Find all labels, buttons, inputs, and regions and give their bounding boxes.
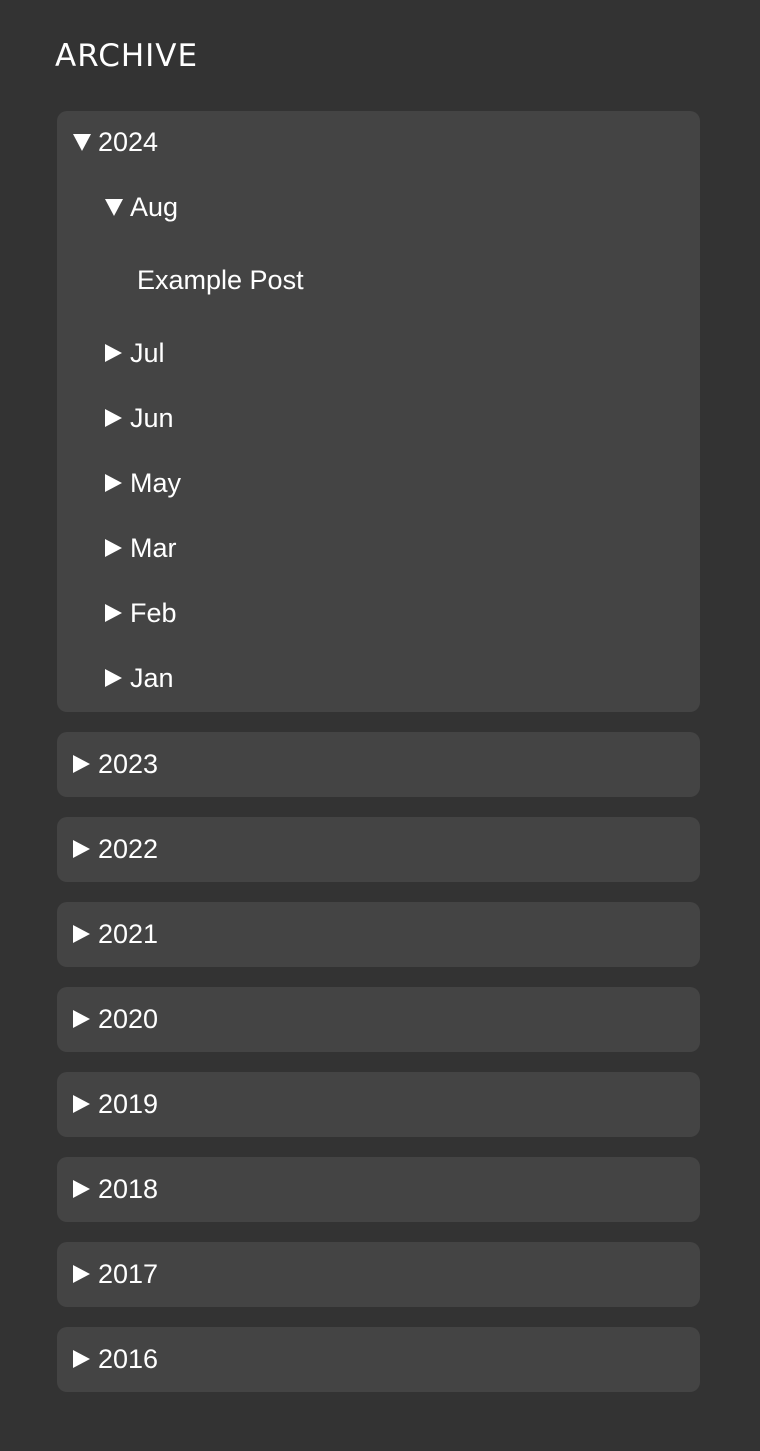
month-toggle-jul[interactable]: Jul xyxy=(105,337,165,369)
archive-heading: ARCHIVE xyxy=(55,38,199,74)
month-toggle-may[interactable]: May xyxy=(105,467,181,499)
year-label: 2022 xyxy=(98,834,159,864)
year-group-2024: 2024 Aug Example Post Jul Jun May Mar Fe… xyxy=(57,111,700,712)
caret-right-icon xyxy=(73,1180,90,1198)
year-toggle-2022[interactable]: 2022 xyxy=(73,833,158,865)
caret-right-icon xyxy=(105,474,122,492)
month-label: Aug xyxy=(130,192,179,222)
year-group-2021[interactable]: 2021 xyxy=(57,902,700,967)
year-group-2020[interactable]: 2020 xyxy=(57,987,700,1052)
caret-right-icon xyxy=(105,604,122,622)
post-link[interactable]: Example Post xyxy=(137,264,304,296)
year-group-2017[interactable]: 2017 xyxy=(57,1242,700,1307)
caret-right-icon xyxy=(105,539,122,557)
month-toggle-jun[interactable]: Jun xyxy=(105,402,174,434)
year-group-2019[interactable]: 2019 xyxy=(57,1072,700,1137)
year-toggle-2021[interactable]: 2021 xyxy=(73,918,158,950)
year-toggle-2016[interactable]: 2016 xyxy=(73,1343,158,1375)
year-label: 2017 xyxy=(98,1259,159,1289)
caret-right-icon xyxy=(105,669,122,687)
caret-down-icon xyxy=(73,133,91,151)
year-label: 2021 xyxy=(98,919,159,949)
month-toggle-jan[interactable]: Jan xyxy=(105,662,174,694)
year-label: 2016 xyxy=(98,1344,159,1374)
month-label: Jul xyxy=(130,338,165,368)
month-label: Mar xyxy=(130,533,177,563)
year-toggle-2024[interactable]: 2024 xyxy=(73,126,158,158)
caret-down-icon xyxy=(105,198,123,216)
caret-right-icon xyxy=(105,344,122,362)
caret-right-icon xyxy=(73,1010,90,1028)
month-label: May xyxy=(130,468,182,498)
year-toggle-2019[interactable]: 2019 xyxy=(73,1088,158,1120)
year-toggle-2020[interactable]: 2020 xyxy=(73,1003,158,1035)
year-group-2018[interactable]: 2018 xyxy=(57,1157,700,1222)
year-label: 2020 xyxy=(98,1004,159,1034)
year-toggle-2017[interactable]: 2017 xyxy=(73,1258,158,1290)
month-label: Jan xyxy=(130,663,174,693)
month-toggle-feb[interactable]: Feb xyxy=(105,597,177,629)
year-group-2016[interactable]: 2016 xyxy=(57,1327,700,1392)
year-group-2023[interactable]: 2023 xyxy=(57,732,700,797)
caret-right-icon xyxy=(73,1350,90,1368)
caret-right-icon xyxy=(73,1095,90,1113)
caret-right-icon xyxy=(105,409,122,427)
year-toggle-2018[interactable]: 2018 xyxy=(73,1173,158,1205)
year-group-2022[interactable]: 2022 xyxy=(57,817,700,882)
year-toggle-2023[interactable]: 2023 xyxy=(73,748,158,780)
year-label: 2024 xyxy=(98,127,159,157)
month-label: Feb xyxy=(130,598,177,628)
year-label: 2018 xyxy=(98,1174,159,1204)
caret-right-icon xyxy=(73,925,90,943)
caret-right-icon xyxy=(73,755,90,773)
month-toggle-mar[interactable]: Mar xyxy=(105,532,177,564)
caret-right-icon xyxy=(73,840,90,858)
month-label: Jun xyxy=(130,403,174,433)
year-label: 2019 xyxy=(98,1089,159,1119)
year-label: 2023 xyxy=(98,749,159,779)
caret-right-icon xyxy=(73,1265,90,1283)
month-toggle-aug[interactable]: Aug xyxy=(105,191,178,223)
